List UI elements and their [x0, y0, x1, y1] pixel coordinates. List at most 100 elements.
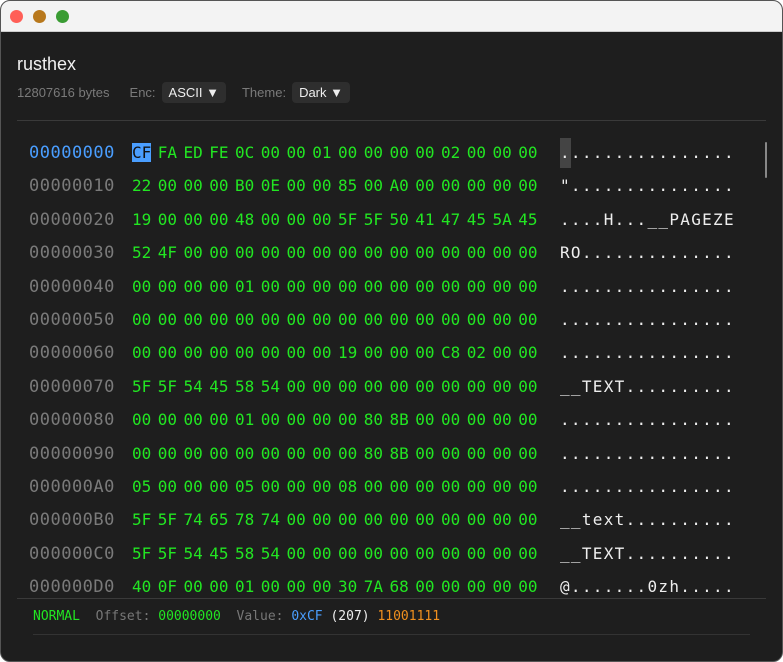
hex-byte[interactable]: 00 — [338, 405, 364, 435]
hex-byte[interactable]: 00 — [493, 238, 519, 268]
hex-byte[interactable]: 00 — [287, 405, 313, 435]
hex-byte[interactable]: 00 — [441, 238, 467, 268]
hex-byte[interactable]: 00 — [415, 238, 441, 268]
cursor-byte[interactable]: CF — [132, 138, 158, 168]
hex-byte[interactable]: 00 — [287, 539, 313, 569]
hex-byte[interactable]: 00 — [390, 305, 416, 335]
hex-byte[interactable]: 00 — [132, 338, 158, 368]
hex-byte[interactable]: 01 — [312, 138, 338, 168]
hex-byte[interactable]: 00 — [338, 138, 364, 168]
hex-byte[interactable]: 00 — [209, 338, 235, 368]
hex-byte[interactable]: 00 — [261, 272, 287, 302]
hex-byte[interactable]: 00 — [184, 405, 210, 435]
hex-byte[interactable]: 00 — [209, 238, 235, 268]
hex-byte[interactable]: 00 — [235, 305, 261, 335]
hex-byte[interactable]: 00 — [518, 272, 544, 302]
hex-byte[interactable]: 00 — [312, 505, 338, 535]
ascii-column[interactable]: __text.......... — [560, 505, 735, 535]
hex-byte[interactable]: 00 — [518, 171, 544, 201]
hex-byte[interactable]: 00 — [390, 539, 416, 569]
hex-byte[interactable]: 00 — [467, 171, 493, 201]
hex-byte[interactable]: 00 — [493, 539, 519, 569]
ascii-column[interactable]: ................ — [560, 305, 735, 335]
hex-byte[interactable]: 00 — [184, 171, 210, 201]
hex-byte[interactable]: 00 — [235, 338, 261, 368]
hex-byte[interactable]: 00 — [312, 539, 338, 569]
hex-byte[interactable]: 5F — [158, 372, 184, 402]
ascii-column[interactable]: __TEXT.......... — [560, 539, 735, 569]
hex-byte[interactable]: 58 — [235, 372, 261, 402]
hex-byte[interactable]: 00 — [209, 439, 235, 469]
hex-byte[interactable]: 00 — [415, 171, 441, 201]
scrollbar[interactable] — [765, 142, 767, 178]
hex-byte[interactable]: 00 — [184, 238, 210, 268]
hex-byte[interactable]: 00 — [287, 338, 313, 368]
hex-byte[interactable]: 00 — [518, 439, 544, 469]
ascii-column[interactable]: ................ — [560, 272, 735, 302]
hex-byte[interactable]: 00 — [158, 305, 184, 335]
hex-byte[interactable]: 41 — [415, 205, 441, 235]
hex-byte[interactable]: 00 — [518, 305, 544, 335]
ascii-column[interactable]: "............... — [560, 171, 735, 201]
hex-byte[interactable]: 00 — [364, 171, 390, 201]
hex-byte[interactable]: 58 — [235, 539, 261, 569]
hex-byte[interactable]: 00 — [184, 472, 210, 502]
hex-byte[interactable]: 00 — [312, 338, 338, 368]
hex-byte[interactable]: 00 — [415, 439, 441, 469]
hex-byte[interactable]: 00 — [441, 405, 467, 435]
hex-byte[interactable]: 00 — [441, 372, 467, 402]
hex-byte[interactable]: 80 — [364, 405, 390, 435]
hex-byte[interactable]: 00 — [390, 272, 416, 302]
ascii-column[interactable]: ....H...__PAGEZE — [560, 205, 735, 235]
hex-byte[interactable]: 00 — [441, 272, 467, 302]
hex-byte[interactable]: 00 — [415, 338, 441, 368]
hex-byte[interactable]: 00 — [312, 405, 338, 435]
hex-byte[interactable]: B0 — [235, 171, 261, 201]
hex-byte[interactable]: 00 — [287, 439, 313, 469]
hex-byte[interactable]: 5F — [132, 505, 158, 535]
hex-byte[interactable]: 5F — [132, 539, 158, 569]
hex-byte[interactable]: 08 — [338, 472, 364, 502]
hex-byte[interactable]: 00 — [287, 238, 313, 268]
hex-byte[interactable]: 00 — [287, 272, 313, 302]
hex-byte[interactable]: 00 — [261, 405, 287, 435]
hex-byte[interactable]: 00 — [287, 138, 313, 168]
hex-byte[interactable]: 00 — [261, 305, 287, 335]
hex-byte[interactable]: 00 — [261, 205, 287, 235]
hex-byte[interactable]: 05 — [235, 472, 261, 502]
hex-byte[interactable]: 00 — [390, 505, 416, 535]
hex-byte[interactable]: 54 — [261, 372, 287, 402]
hex-byte[interactable]: 22 — [132, 171, 158, 201]
hex-byte[interactable]: 00 — [415, 539, 441, 569]
hex-byte[interactable]: C8 — [441, 338, 467, 368]
hex-byte[interactable]: 54 — [184, 372, 210, 402]
hex-byte[interactable]: 00 — [467, 505, 493, 535]
hex-byte[interactable]: 00 — [518, 138, 544, 168]
hex-byte[interactable]: 00 — [338, 539, 364, 569]
hex-byte[interactable]: 00 — [441, 439, 467, 469]
ascii-column[interactable]: ................ — [560, 338, 735, 368]
ascii-column[interactable]: RO.............. — [560, 238, 735, 268]
hex-byte[interactable]: 00 — [493, 439, 519, 469]
hex-byte[interactable]: 00 — [184, 205, 210, 235]
hex-byte[interactable]: 74 — [184, 505, 210, 535]
ascii-column[interactable]: __TEXT.......... — [560, 372, 735, 402]
hex-byte[interactable]: 00 — [287, 305, 313, 335]
hex-byte[interactable]: 8B — [390, 405, 416, 435]
hex-byte[interactable]: 19 — [338, 338, 364, 368]
hex-byte[interactable]: 00 — [338, 372, 364, 402]
hex-byte[interactable]: 00 — [287, 505, 313, 535]
hex-byte[interactable]: 00 — [441, 305, 467, 335]
hex-byte[interactable]: 00 — [493, 372, 519, 402]
hex-byte[interactable]: 45 — [518, 205, 544, 235]
hex-byte[interactable]: 00 — [158, 439, 184, 469]
hex-byte[interactable]: 00 — [415, 405, 441, 435]
hex-byte[interactable]: 00 — [158, 171, 184, 201]
hex-byte[interactable]: 00 — [518, 505, 544, 535]
hex-byte[interactable]: 00 — [209, 472, 235, 502]
hex-byte[interactable]: 80 — [364, 439, 390, 469]
hex-byte[interactable]: 54 — [261, 539, 287, 569]
hex-byte[interactable]: FE — [209, 138, 235, 168]
hex-byte[interactable]: 00 — [518, 539, 544, 569]
hex-byte[interactable]: 19 — [132, 205, 158, 235]
